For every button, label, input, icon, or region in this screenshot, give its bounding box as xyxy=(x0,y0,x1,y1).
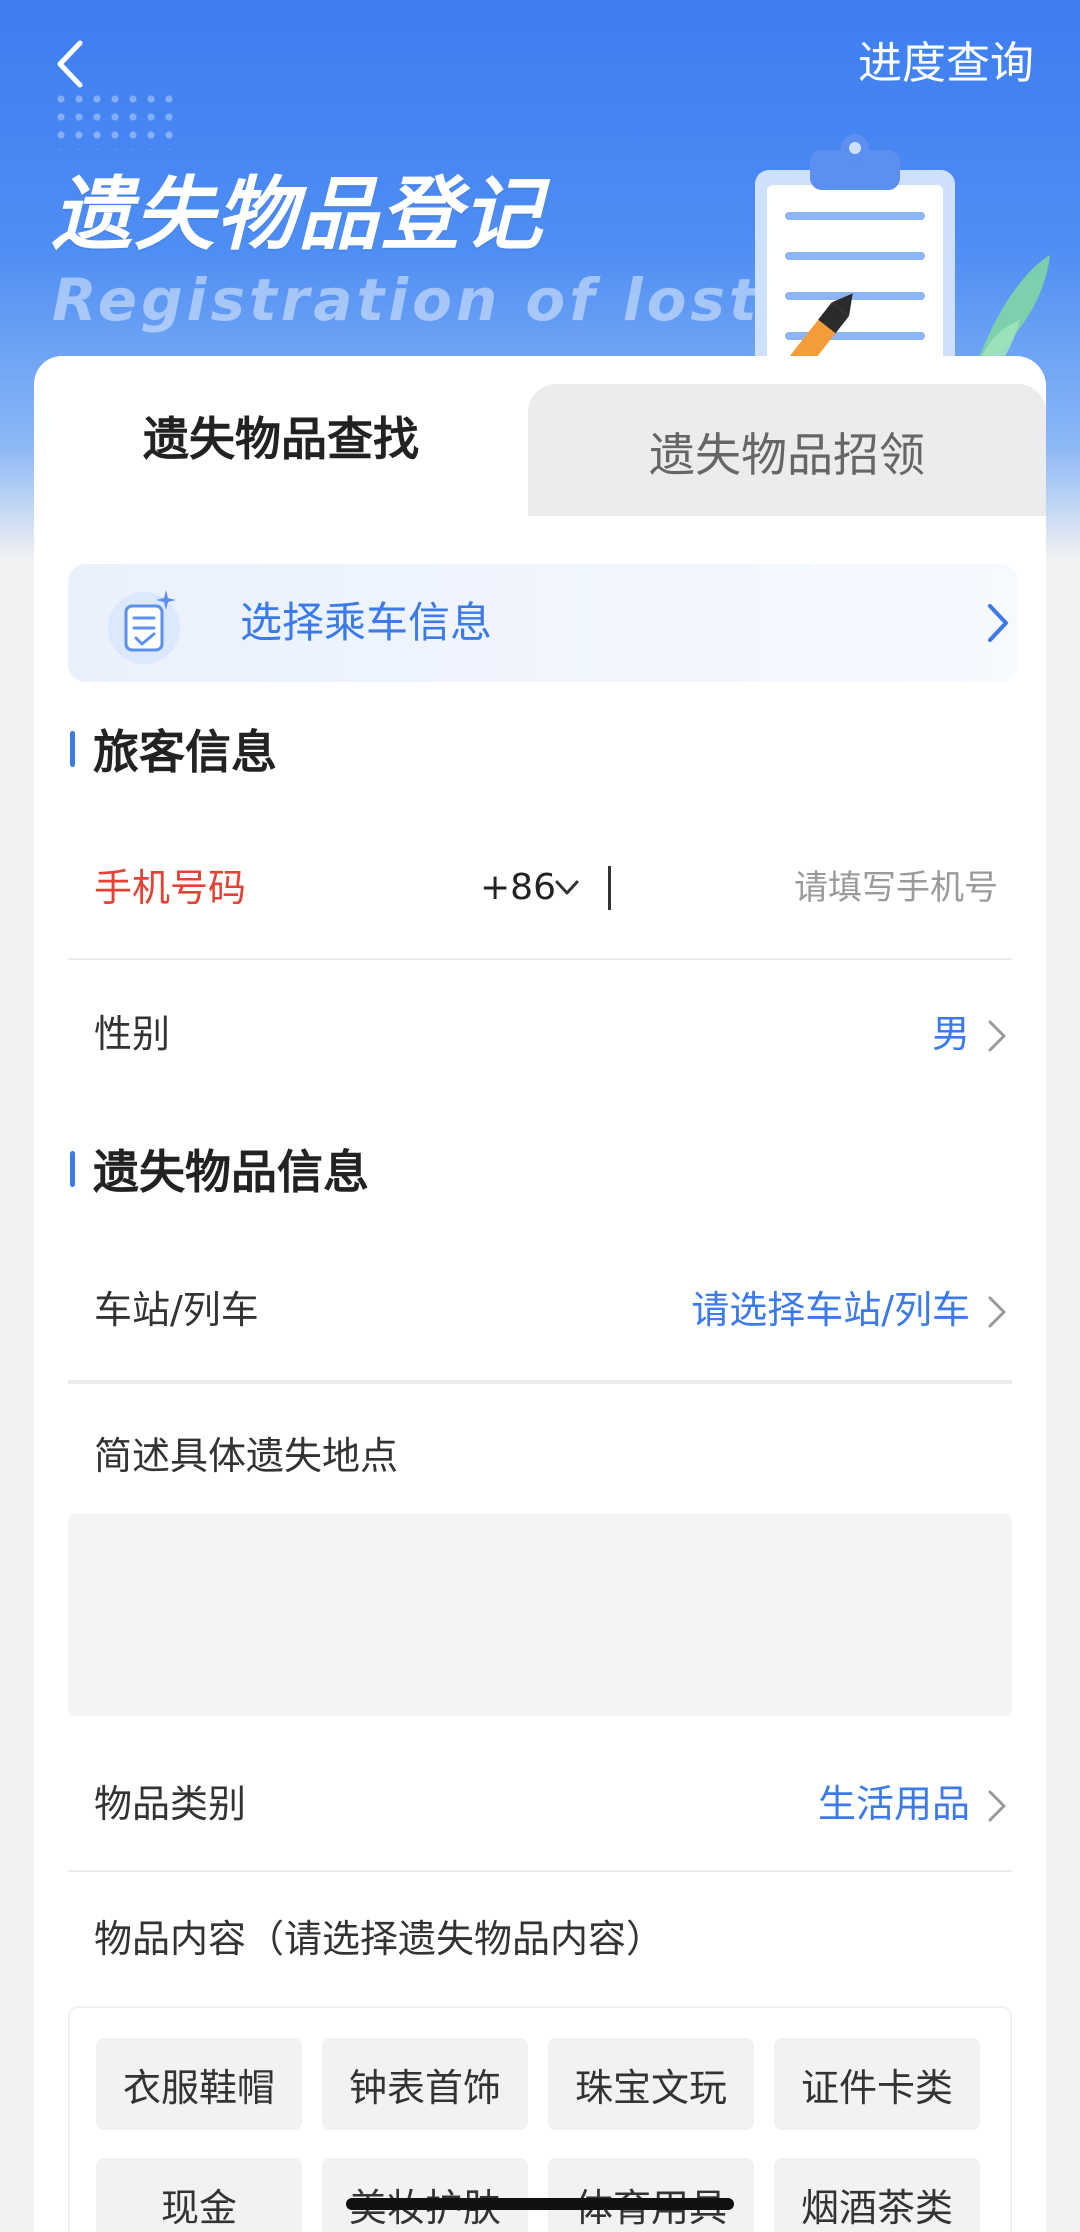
content-option[interactable]: 体育用具 xyxy=(548,2158,754,2232)
gender-row[interactable]: 性别 男 xyxy=(68,964,1012,1104)
chevron-right-icon xyxy=(988,1296,1006,1328)
tab-lost-item-search[interactable]: 遗失物品查找 xyxy=(34,356,528,516)
gender-label: 性别 xyxy=(94,1012,171,1056)
content-option[interactable]: 珠宝文玩 xyxy=(548,2038,754,2130)
content-option[interactable]: 证件卡类 xyxy=(774,2038,980,2130)
location-row: 简述具体遗失地点 xyxy=(68,1386,1012,1526)
text-cursor xyxy=(608,866,611,910)
chevron-right-icon xyxy=(988,1790,1006,1822)
select-ride-info-button[interactable]: 选择乘车信息 xyxy=(68,564,1018,682)
content-option[interactable]: 现金 xyxy=(96,2158,302,2232)
phone-row: 手机号码 +86 xyxy=(68,818,1012,958)
progress-query-link[interactable]: 进度查询 xyxy=(858,34,1034,94)
location-label: 简述具体遗失地点 xyxy=(94,1434,399,1478)
phone-label: 手机号码 xyxy=(94,866,247,910)
chevron-right-icon xyxy=(988,1020,1006,1052)
section-accent-bar xyxy=(70,1151,75,1187)
chevron-right-icon xyxy=(988,604,1008,642)
dot-pattern-decoration xyxy=(52,90,182,150)
tab-divider xyxy=(528,516,1046,536)
content-option[interactable]: 美妆护肤 xyxy=(322,2158,528,2232)
station-row[interactable]: 车站/列车 请选择车站/列车 xyxy=(68,1240,1012,1380)
passenger-section-header: 旅客信息 xyxy=(70,714,277,784)
content-option[interactable]: 烟酒茶类 xyxy=(774,2158,980,2232)
station-label: 车站/列车 xyxy=(94,1288,259,1332)
content-option[interactable]: 钟表首饰 xyxy=(322,2038,528,2130)
chevron-down-icon[interactable] xyxy=(552,876,582,900)
back-arrow-icon xyxy=(57,40,83,88)
location-textarea[interactable] xyxy=(68,1514,1012,1716)
page-title: 遗失物品登记 xyxy=(52,168,544,261)
row-divider xyxy=(68,958,1012,960)
page-subtitle: Registration of lost xyxy=(52,266,761,334)
home-indicator xyxy=(346,2198,734,2210)
category-row[interactable]: 物品类别 生活用品 xyxy=(68,1734,1012,1874)
content-label: 物品内容（请选择遗失物品内容） xyxy=(94,1917,665,1961)
lost-item-section-title: 遗失物品信息 xyxy=(93,1145,369,1199)
row-divider xyxy=(68,1380,1012,1384)
tab-lost-item-claim[interactable]: 遗失物品招领 xyxy=(528,384,1046,520)
ride-info-icon xyxy=(108,590,180,664)
passenger-section-title: 旅客信息 xyxy=(93,725,277,779)
category-value: 生活用品 xyxy=(817,1782,970,1826)
section-accent-bar xyxy=(70,731,75,767)
content-label-row: 物品内容（请选择遗失物品内容） xyxy=(68,1872,1012,2006)
gender-value: 男 xyxy=(931,1012,970,1056)
ride-info-label: 选择乘车信息 xyxy=(240,598,493,647)
back-button[interactable] xyxy=(52,34,112,94)
category-label: 物品类别 xyxy=(94,1782,247,1826)
lost-item-section-header: 遗失物品信息 xyxy=(70,1134,369,1204)
phone-input[interactable] xyxy=(638,856,998,920)
country-code-selector[interactable]: +86 xyxy=(480,818,556,958)
content-option[interactable]: 衣服鞋帽 xyxy=(96,2038,302,2130)
station-value: 请选择车站/列车 xyxy=(691,1288,970,1332)
